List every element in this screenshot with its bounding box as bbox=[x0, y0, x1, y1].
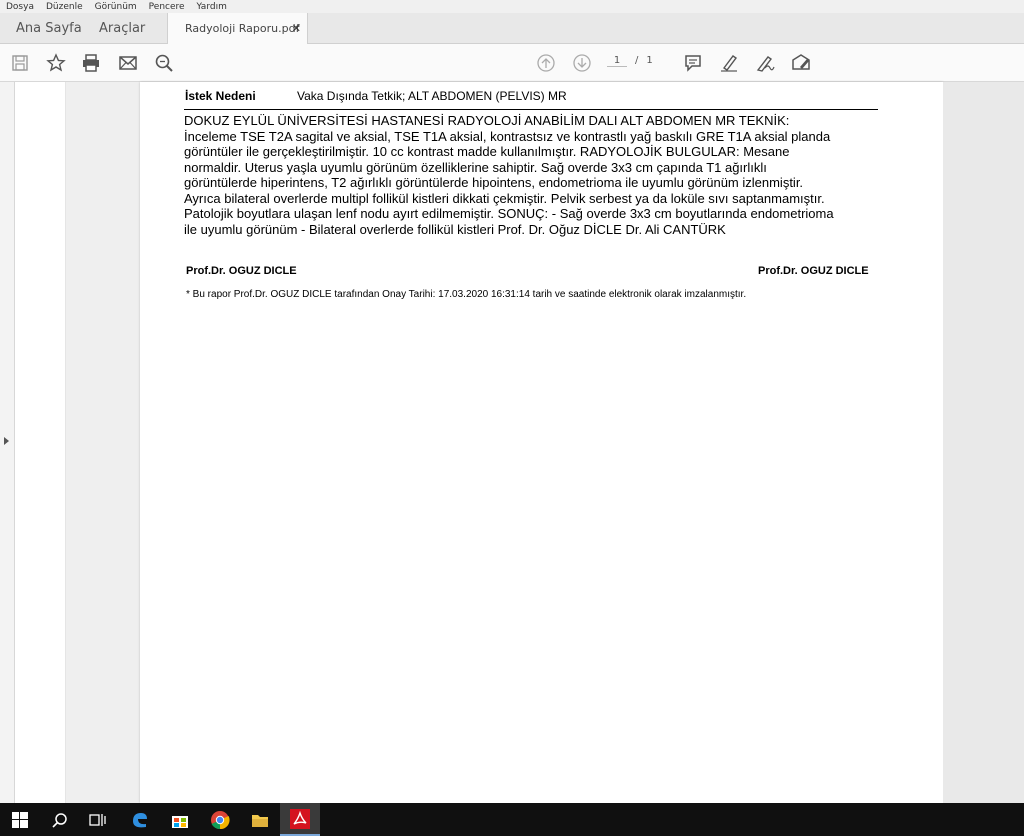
file-explorer-icon[interactable] bbox=[240, 803, 280, 836]
report-line: İnceleme TSE T2A sagital ve aksial, TSE … bbox=[184, 128, 831, 144]
expand-pane-icon[interactable] bbox=[4, 437, 9, 445]
report-line: normaldir. Uterus yaşla uyumlu görünüm ö… bbox=[184, 159, 767, 175]
signature-left: Prof.Dr. OGUZ DICLE bbox=[186, 265, 297, 277]
tab-bar: Ana Sayfa Araçlar Radyoloji Raporu.pdf ✕ bbox=[0, 13, 1024, 44]
viewer-margin-shade bbox=[66, 82, 140, 803]
menu-item-help[interactable]: Yardım bbox=[197, 2, 227, 12]
sign-icon[interactable] bbox=[754, 52, 776, 74]
acrobat-icon[interactable] bbox=[280, 803, 320, 836]
pdf-page: İstek Nedeni Vaka Dışında Tetkik; ALT AB… bbox=[140, 82, 943, 803]
toolbar: 1 / 1 bbox=[0, 44, 1024, 82]
search-icon[interactable] bbox=[40, 803, 80, 836]
tab-document[interactable]: Radyoloji Raporu.pdf ✕ bbox=[167, 13, 308, 44]
chrome-icon[interactable] bbox=[200, 803, 240, 836]
menu-item-window[interactable]: Pencere bbox=[149, 2, 185, 12]
print-icon[interactable] bbox=[80, 52, 102, 74]
page-navigation: 1 / 1 bbox=[607, 55, 653, 67]
tab-tools[interactable]: Araçlar bbox=[99, 13, 145, 44]
document-viewer: İstek Nedeni Vaka Dışında Tetkik; ALT AB… bbox=[0, 82, 1024, 803]
tab-document-label: Radyoloji Raporu.pdf bbox=[185, 22, 300, 35]
mail-icon[interactable] bbox=[117, 52, 139, 74]
tab-home[interactable]: Ana Sayfa bbox=[16, 13, 82, 44]
page-total: 1 bbox=[646, 55, 653, 66]
windows-start-icon[interactable] bbox=[0, 803, 40, 836]
report-body: DOKUZ EYLÜL ÜNİVERSİTESİ HASTANESİ RADYO… bbox=[184, 113, 884, 237]
highlight-icon[interactable] bbox=[718, 52, 740, 74]
report-line: Patolojik boyutlara ulaşan lenf nodu ayı… bbox=[184, 206, 834, 221]
store-icon[interactable] bbox=[160, 803, 200, 836]
comment-icon[interactable] bbox=[682, 52, 704, 74]
report-line: DOKUZ EYLÜL ÜNİVERSİTESİ HASTANESİ RADYO… bbox=[184, 113, 790, 128]
page-up-icon[interactable] bbox=[535, 52, 557, 74]
report-line: ile uyumlu görünüm - Bilateral overlerde… bbox=[184, 221, 726, 237]
star-icon[interactable] bbox=[45, 52, 67, 74]
menu-item-edit[interactable]: Düzenle bbox=[46, 2, 83, 12]
request-reason-value: Vaka Dışında Tetkik; ALT ABDOMEN (PELVIS… bbox=[297, 89, 567, 103]
viewer-margin bbox=[15, 82, 65, 803]
e-signature-note: * Bu rapor Prof.Dr. OGUZ DICLE tarafında… bbox=[186, 289, 747, 300]
save-icon[interactable] bbox=[9, 52, 31, 74]
edge-icon[interactable] bbox=[120, 803, 160, 836]
page-number-input[interactable]: 1 bbox=[607, 55, 627, 67]
menu-item-file[interactable]: Dosya bbox=[6, 2, 34, 12]
navigation-pane-toggle[interactable] bbox=[0, 82, 15, 803]
menu-bar: Dosya Düzenle Görünüm Pencere Yardım bbox=[0, 0, 1024, 13]
page-down-icon[interactable] bbox=[571, 52, 593, 74]
zoom-icon[interactable] bbox=[153, 52, 175, 74]
report-line: görüntülerde hiperintens, T2 ağırlıklı g… bbox=[184, 175, 804, 190]
close-tab-icon[interactable]: ✕ bbox=[292, 22, 301, 35]
request-reason-label: İstek Nedeni bbox=[185, 89, 256, 103]
divider bbox=[184, 109, 878, 110]
taskbar bbox=[0, 803, 1024, 836]
fill-sign-icon[interactable] bbox=[790, 52, 812, 74]
menu-item-view[interactable]: Görünüm bbox=[95, 2, 137, 12]
task-view-icon[interactable] bbox=[78, 803, 118, 836]
signature-right: Prof.Dr. OGUZ DICLE bbox=[758, 265, 869, 277]
report-line: Ayrıca bilateral overlerde multipl folli… bbox=[184, 190, 825, 206]
page-separator: / bbox=[635, 55, 639, 66]
viewer-right-gutter bbox=[943, 82, 1024, 803]
report-line: görüntüler ile gerçekleştirilmiştir. 10 … bbox=[184, 144, 790, 159]
